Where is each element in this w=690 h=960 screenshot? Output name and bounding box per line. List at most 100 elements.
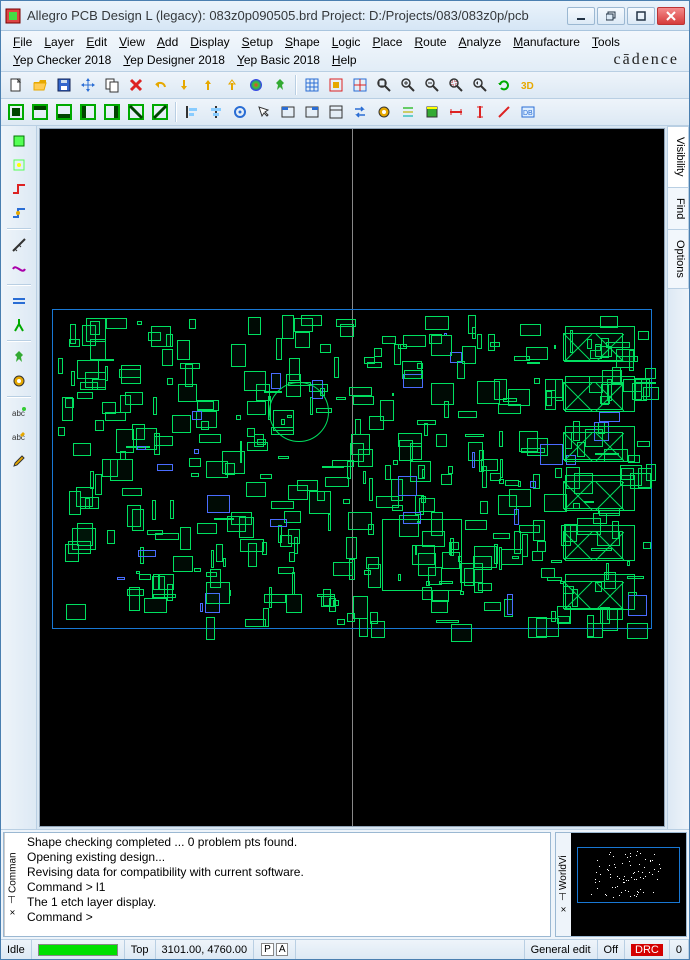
layer-all-button[interactable] — [5, 101, 27, 123]
layer-bot-button[interactable] — [53, 101, 75, 123]
worldview-canvas[interactable] — [571, 833, 686, 936]
diffpair-button[interactable] — [8, 290, 30, 312]
open-button[interactable] — [29, 74, 51, 96]
pin-button[interactable] — [8, 346, 30, 368]
place-button[interactable] — [8, 130, 30, 152]
layer-top-button[interactable] — [29, 101, 51, 123]
zoom-in-button[interactable] — [397, 74, 419, 96]
zoom-window-button[interactable] — [445, 74, 467, 96]
status-p-button[interactable]: P — [261, 943, 274, 956]
layer-pwr-button[interactable] — [101, 101, 123, 123]
undo-button[interactable] — [149, 74, 171, 96]
highlight-button[interactable] — [325, 74, 347, 96]
worldview-close-icon[interactable]: × — [558, 903, 569, 914]
zoom-out-button[interactable] — [421, 74, 443, 96]
worldview-pin-icon[interactable]: ⊣ — [558, 892, 569, 901]
grid-button[interactable] — [301, 74, 323, 96]
restore-button[interactable] — [597, 7, 625, 25]
dim-v-button[interactable] — [469, 101, 491, 123]
menu-setup[interactable]: Setup — [236, 33, 279, 51]
menu-display[interactable]: Display — [184, 33, 235, 51]
redo-up-button[interactable] — [197, 74, 219, 96]
tab-options[interactable]: Options — [668, 229, 689, 289]
panel-button[interactable] — [325, 101, 347, 123]
refresh-button[interactable] — [493, 74, 515, 96]
text-abc-button[interactable]: abc — [8, 402, 30, 424]
canvas-wrap — [37, 126, 667, 829]
place-manual-button[interactable] — [8, 154, 30, 176]
tab-right-button[interactable] — [301, 101, 323, 123]
menu-yep-basic-2018[interactable]: Yep Basic 2018 — [231, 51, 326, 69]
3d-view-button[interactable]: 3D — [517, 74, 539, 96]
layer-1-button[interactable] — [125, 101, 147, 123]
close-button[interactable] — [657, 7, 685, 25]
align-center-h-button[interactable] — [205, 101, 227, 123]
via-button[interactable] — [373, 101, 395, 123]
menu-view[interactable]: View — [113, 33, 151, 51]
redo-down-button[interactable] — [173, 74, 195, 96]
delete-button[interactable] — [125, 74, 147, 96]
tline-button[interactable] — [8, 258, 30, 280]
menu-yep-designer-2018[interactable]: Yep Designer 2018 — [117, 51, 231, 69]
menu-help[interactable]: Help — [326, 51, 363, 69]
menu-yep-checker-2018[interactable]: Yep Checker 2018 — [7, 51, 117, 69]
menu-analyze[interactable]: Analyze — [453, 33, 508, 51]
stackup-button[interactable] — [397, 101, 419, 123]
design-canvas[interactable] — [39, 128, 665, 827]
edit-pen-button[interactable] — [8, 450, 30, 472]
toolbar-separator — [7, 228, 31, 230]
swap-button[interactable] — [349, 101, 371, 123]
text-abc-edit-button[interactable]: abc — [8, 426, 30, 448]
color-button[interactable] — [245, 74, 267, 96]
save-button[interactable] — [53, 74, 75, 96]
layer-2-button[interactable] — [149, 101, 171, 123]
console-tab-label[interactable]: × ⊣ Comman — [4, 833, 21, 936]
zoom-fit-button[interactable] — [373, 74, 395, 96]
redo-hollow-button[interactable] — [221, 74, 243, 96]
align-left-button[interactable] — [181, 101, 203, 123]
bottom-dock: × ⊣ Comman Shape checking completed ... … — [1, 829, 689, 939]
menu-layer[interactable]: Layer — [38, 33, 80, 51]
layer-gnd-button[interactable] — [77, 101, 99, 123]
tab-find[interactable]: Find — [668, 187, 689, 230]
route-edit-button[interactable] — [8, 202, 30, 224]
menu-shape[interactable]: Shape — [279, 33, 326, 51]
minimize-button[interactable] — [567, 7, 595, 25]
dim-diag-button[interactable] — [493, 101, 515, 123]
menu-add[interactable]: Add — [151, 33, 184, 51]
select-button[interactable] — [253, 101, 275, 123]
tab-left-button[interactable] — [277, 101, 299, 123]
console-close-icon[interactable]: × — [7, 906, 19, 917]
console-output[interactable]: Shape checking completed ... 0 problem p… — [21, 833, 550, 936]
layer-bot-icon — [56, 104, 72, 120]
drc-badge[interactable]: DRC — [631, 944, 663, 956]
zoom-prev-button[interactable] — [469, 74, 491, 96]
new-button[interactable] — [5, 74, 27, 96]
menu-logic[interactable]: Logic — [326, 33, 367, 51]
route-button[interactable] — [8, 178, 30, 200]
move-tool-button[interactable] — [77, 74, 99, 96]
status-a-button[interactable]: A — [276, 943, 289, 956]
menu-file[interactable]: File — [7, 33, 38, 51]
measure-button[interactable] — [8, 234, 30, 256]
copy-tool-button[interactable] — [101, 74, 123, 96]
via-button[interactable] — [8, 370, 30, 392]
menu-tools[interactable]: Tools — [586, 33, 626, 51]
menu-place[interactable]: Place — [366, 33, 408, 51]
odb-button[interactable]: DB — [517, 101, 539, 123]
menu-route[interactable]: Route — [408, 33, 452, 51]
menu-edit[interactable]: Edit — [80, 33, 113, 51]
split-button[interactable] — [8, 314, 30, 336]
menu-manufacture[interactable]: Manufacture — [507, 33, 586, 51]
pin-button[interactable] — [269, 74, 291, 96]
align-right-button[interactable] — [229, 101, 251, 123]
maximize-button[interactable] — [627, 7, 655, 25]
toolbar-separator — [175, 102, 177, 122]
pcb-board-outline — [52, 309, 652, 629]
worldview-tab-label[interactable]: × ⊣ WorldVi — [556, 833, 571, 936]
film-button[interactable] — [421, 101, 443, 123]
console-pin-icon[interactable]: ⊣ — [7, 895, 19, 904]
tab-visibility[interactable]: Visibility — [668, 126, 689, 188]
cross-probe-button[interactable] — [349, 74, 371, 96]
dim-h-button[interactable] — [445, 101, 467, 123]
